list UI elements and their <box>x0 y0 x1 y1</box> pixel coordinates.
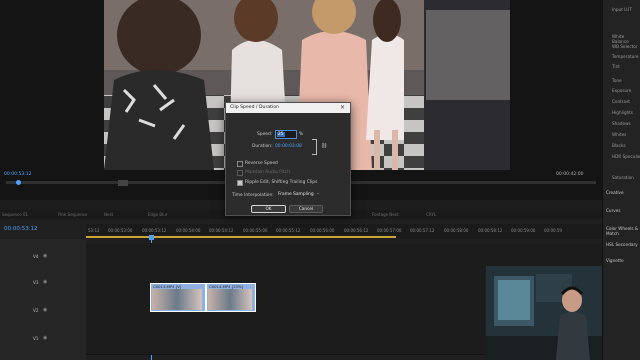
track-label[interactable]: V4 <box>33 254 39 259</box>
clip-label: C0014.MP4 [23%] <box>209 284 244 289</box>
chevron-down-icon: ⌄ <box>316 191 320 196</box>
track-label[interactable]: V3 <box>33 280 39 285</box>
monitor-timecode[interactable]: 00:00:53:12 <box>4 172 31 177</box>
interpolation-value: Frame Sampling <box>278 192 314 197</box>
eye-icon[interactable]: ◉ <box>43 307 47 313</box>
sequence-tab[interactable]: CRYL <box>426 212 436 217</box>
lumetri-item[interactable]: Tint <box>612 64 620 69</box>
ripple-edit-label: Ripple Edit, Shifting Trailing Clips <box>245 180 318 185</box>
lumetri-item[interactable]: Exposure <box>612 88 631 93</box>
cancel-button[interactable]: Cancel <box>289 205 323 213</box>
lumetri-item[interactable]: Color Wheels & Match <box>606 226 640 236</box>
lumetri-item[interactable]: HSL Secondary <box>606 242 638 247</box>
eye-icon[interactable]: ◉ <box>43 279 47 285</box>
timeline-timecode[interactable]: 00:00:53:12 <box>4 226 38 232</box>
maintain-audio-checkbox[interactable] <box>237 170 243 176</box>
ruler-tick-label: 00:00:57:00 <box>377 228 402 233</box>
ruler-tick-label: 00:00:55:12 <box>276 228 301 233</box>
ripple-edit-checkbox[interactable] <box>237 180 243 186</box>
sequence-tab[interactable]: Nest <box>104 212 113 217</box>
ruler-tick-label: 00:00:53:00 <box>108 228 133 233</box>
interpolation-select[interactable]: Frame Sampling ⌄ <box>276 191 322 198</box>
monitor-duration: 00:00:42:00 <box>556 172 584 177</box>
clip[interactable]: C0013.MP4 [V] <box>150 283 206 312</box>
lumetri-item[interactable]: Vignette <box>606 258 624 263</box>
interpolation-label: Time Interpolation: <box>232 193 274 198</box>
ruler-tick-label: 53:12 <box>88 228 100 233</box>
ruler-tick-label: 00:00:54:00 <box>176 228 201 233</box>
lumetri-item[interactable]: WB Selector <box>612 44 638 49</box>
lumetri-item[interactable]: Highlights <box>612 110 633 115</box>
close-icon[interactable]: × <box>340 104 345 111</box>
playhead-handle[interactable] <box>149 235 154 240</box>
dialog-titlebar[interactable]: Clip Speed / Duration × <box>226 103 350 113</box>
clip-speed-dialog[interactable]: Clip Speed / Duration × Speed: 25 % Dura… <box>225 102 351 216</box>
lumetri-item[interactable]: Whites <box>612 132 626 137</box>
clip-label: C0013.MP4 [V] <box>153 284 182 289</box>
webcam-overlay <box>486 266 602 360</box>
chain-link-icon[interactable]: ⛓ <box>321 143 327 149</box>
sequence-tab[interactable]: Pink Sequence <box>58 212 87 217</box>
sequence-tab[interactable]: Footage Nest <box>372 212 398 217</box>
ruler-tick-label: 00:00:57:12 <box>410 228 435 233</box>
ruler-tick-label: 00:00:54:12 <box>209 228 234 233</box>
ruler-tick-label: 00:00:58:00 <box>444 228 469 233</box>
sequence-tab[interactable]: Edge Blur <box>148 212 167 217</box>
ruler-tick-label: 00:00:56:00 <box>310 228 335 233</box>
link-bracket <box>312 139 317 155</box>
lumetri-item[interactable]: Tone <box>612 78 622 83</box>
lumetri-item[interactable]: HDR Specular <box>612 154 640 159</box>
work-area-bar[interactable] <box>86 236 396 238</box>
speed-label: Speed: <box>257 132 273 137</box>
dialog-title: Clip Speed / Duration <box>230 105 279 110</box>
lumetri-item[interactable]: Creative <box>606 190 624 195</box>
ruler-tick-label: 00:00:56:12 <box>344 228 369 233</box>
eye-icon[interactable]: ◉ <box>43 253 47 259</box>
speed-unit: % <box>299 132 304 137</box>
ruler-tick-label: 00:00:53:12 <box>142 228 167 233</box>
eye-icon[interactable]: ◉ <box>43 335 47 341</box>
lumetri-item[interactable]: Curves <box>606 208 621 213</box>
duration-value[interactable]: 00:00:03:08 <box>275 144 302 149</box>
monitor-playhead[interactable] <box>16 180 21 185</box>
ruler-tick-label: 00:00:55:00 <box>243 228 268 233</box>
clip[interactable]: C0014.MP4 [23%] <box>206 283 256 312</box>
track-label[interactable]: V2 <box>33 308 39 313</box>
reverse-speed-label: Reverse Speed <box>245 161 278 166</box>
clip-thumbnail <box>208 289 252 310</box>
ruler-tick-label: 00:00:59 <box>544 228 562 233</box>
lumetri-item[interactable]: Blacks <box>612 143 626 148</box>
lumetri-item[interactable]: Temperature <box>612 54 639 59</box>
lumetri-item[interactable]: Shadows <box>612 121 631 126</box>
track-label[interactable]: V1 <box>33 336 39 341</box>
speed-value: 25 <box>277 132 285 137</box>
lumetri-color-panel: Input LUT White Balance WB Selector Tempera… <box>602 0 640 360</box>
clip-thumbnail <box>152 289 202 310</box>
lumetri-item[interactable]: Saturation <box>612 175 634 180</box>
reverse-speed-checkbox[interactable] <box>237 161 243 167</box>
monitor-in-out-marker[interactable] <box>118 180 128 186</box>
lumetri-item[interactable]: Contrast <box>612 99 630 104</box>
ok-button[interactable]: OK <box>251 205 286 213</box>
duration-label: Duration: <box>252 144 273 149</box>
ruler-tick-label: 00:00:59:00 <box>511 228 536 233</box>
lumetri-item[interactable]: White Balance <box>612 34 640 44</box>
ruler-tick-label: 00:00:58:12 <box>478 228 503 233</box>
maintain-audio-label: Maintain Audio Pitch <box>245 170 290 175</box>
sequence-tab[interactable]: Sequence 01 <box>2 212 28 217</box>
lumetri-item[interactable]: Input LUT <box>612 7 632 12</box>
speed-input[interactable]: 25 <box>275 130 297 139</box>
